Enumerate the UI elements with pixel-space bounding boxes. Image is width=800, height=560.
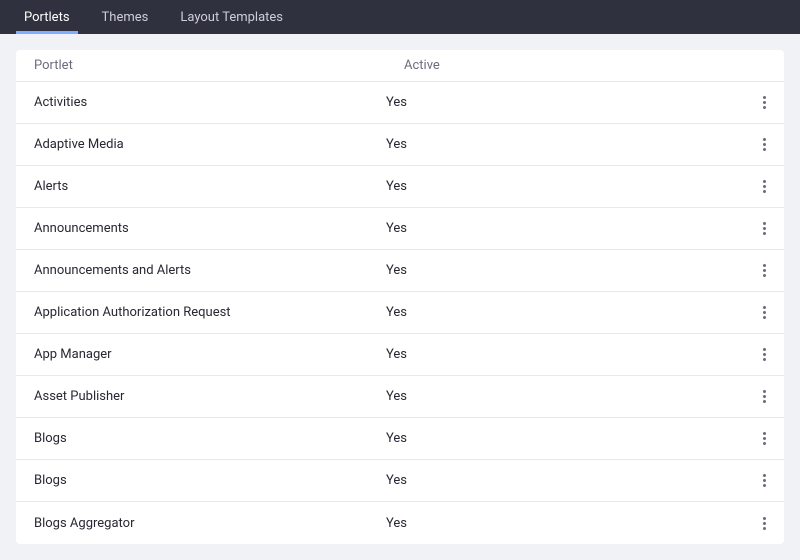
row-actions [744,509,784,537]
portlet-name-link[interactable]: Blogs [16,473,386,488]
table-row: BlogsYes [16,418,784,460]
portlet-active-value: Yes [386,221,744,236]
row-actions [744,131,784,159]
table-row: BlogsYes [16,460,784,502]
row-actions [744,299,784,327]
table-row: AlertsYes [16,166,784,208]
table-row: Adaptive MediaYes [16,124,784,166]
row-actions [744,89,784,117]
table-row: AnnouncementsYes [16,208,784,250]
kebab-menu-icon[interactable] [750,299,778,327]
portlet-name-link[interactable]: Application Authorization Request [16,305,386,320]
row-actions [744,467,784,495]
portlet-active-value: Yes [386,473,744,488]
portlet-name-link[interactable]: Blogs [16,431,386,446]
header-portlet[interactable]: Portlet [16,58,386,73]
table-row: App ManagerYes [16,334,784,376]
table-row: Application Authorization RequestYes [16,292,784,334]
portlet-active-value: Yes [386,263,744,278]
row-actions [744,425,784,453]
row-actions [744,383,784,411]
kebab-menu-icon[interactable] [750,131,778,159]
row-actions [744,257,784,285]
portlet-active-value: Yes [386,179,744,194]
table-header: Portlet Active [16,50,784,82]
kebab-menu-icon[interactable] [750,467,778,495]
portlet-name-link[interactable]: Adaptive Media [16,137,386,152]
kebab-menu-icon[interactable] [750,173,778,201]
tab-portlets[interactable]: Portlets [8,0,86,34]
row-actions [744,341,784,369]
portlets-table: Portlet Active ActivitiesYesAdaptive Med… [16,50,784,544]
row-actions [744,173,784,201]
portlet-active-value: Yes [386,137,744,152]
table-row: ActivitiesYes [16,82,784,124]
portlet-name-link[interactable]: Asset Publisher [16,389,386,404]
table-row: Asset PublisherYes [16,376,784,418]
row-actions [744,215,784,243]
table-row: Blogs AggregatorYes [16,502,784,544]
portlet-active-value: Yes [386,305,744,320]
portlet-name-link[interactable]: Alerts [16,179,386,194]
kebab-menu-icon[interactable] [750,215,778,243]
portlet-name-link[interactable]: Announcements and Alerts [16,263,386,278]
portlet-active-value: Yes [386,431,744,446]
kebab-menu-icon[interactable] [750,383,778,411]
portlet-name-link[interactable]: Blogs Aggregator [16,516,386,531]
navbar: Portlets Themes Layout Templates [0,0,800,34]
tab-layout-templates[interactable]: Layout Templates [164,0,299,34]
portlet-active-value: Yes [386,347,744,362]
table-row: Announcements and AlertsYes [16,250,784,292]
header-active[interactable]: Active [386,58,744,73]
kebab-menu-icon[interactable] [750,341,778,369]
portlet-active-value: Yes [386,516,744,531]
portlet-name-link[interactable]: Activities [16,95,386,110]
portlet-active-value: Yes [386,95,744,110]
kebab-menu-icon[interactable] [750,257,778,285]
kebab-menu-icon[interactable] [750,425,778,453]
portlet-name-link[interactable]: App Manager [16,347,386,362]
kebab-menu-icon[interactable] [750,509,778,537]
content: Portlet Active ActivitiesYesAdaptive Med… [0,34,800,560]
kebab-menu-icon[interactable] [750,89,778,117]
portlet-active-value: Yes [386,389,744,404]
tab-themes[interactable]: Themes [86,0,165,34]
portlet-name-link[interactable]: Announcements [16,221,386,236]
